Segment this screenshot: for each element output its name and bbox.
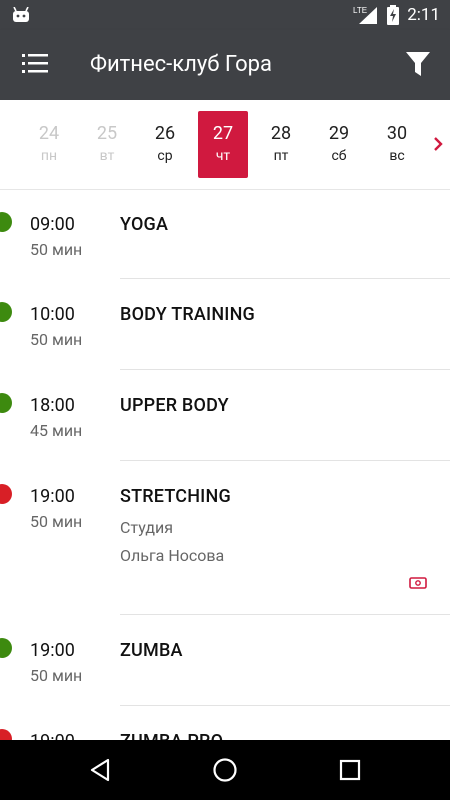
class-item-zumba[interactable]: 19:00 50 мин ZUMBA [0,616,450,707]
day-24[interactable]: 24 пн [24,111,74,178]
class-duration: 50 мин [30,666,83,685]
system-navigation-bar [0,740,450,800]
class-duration: 50 мин [30,240,83,259]
divider [120,278,450,279]
day-26[interactable]: 26 ср [140,111,190,178]
day-25[interactable]: 25 вт [82,111,132,178]
date-picker-strip: 24 пн 25 вт 26 ср 27 чт 28 пт 29 сб 30 в… [0,100,450,190]
battery-charging-icon [387,5,400,25]
class-item-yoga[interactable]: 09:00 50 мин YOGA [0,190,450,280]
divider [120,460,450,461]
class-name: UPPER BODY [120,395,229,416]
back-triangle-icon [90,758,110,782]
class-time: 10:00 [30,304,75,325]
lte-signal-icon: LTE [353,6,378,24]
recents-square-icon [339,759,361,781]
class-duration: 50 мин [30,512,83,531]
availability-dot [0,212,12,232]
home-circle-icon [213,758,237,782]
availability-dot [0,302,12,322]
status-bar: LTE 2:11 [0,0,450,30]
class-duration: 45 мин [30,421,83,440]
availability-dot [0,638,12,658]
class-location: Студия [120,518,173,537]
svg-text:LTE: LTE [353,6,367,15]
chevron-right-icon[interactable] [433,136,443,152]
class-time: 19:00 [30,640,75,661]
class-trainer: Ольга Носова [120,546,225,565]
availability-dot [0,393,12,413]
day-29[interactable]: 29 сб [314,111,364,178]
app-bar: Фитнес-клуб Гора [0,30,450,100]
class-name: YOGA [120,214,169,235]
money-icon [409,577,427,589]
android-notification-icon [13,7,29,22]
day-28[interactable]: 28 пт [256,111,306,178]
class-name: BODY TRAINING [120,304,256,325]
divider [120,614,450,615]
class-duration: 50 мин [30,330,83,349]
availability-dot [0,484,12,504]
clock: 2:11 [407,5,440,25]
class-time: 09:00 [30,214,75,235]
class-time: 18:00 [30,395,75,416]
class-schedule-list: 09:00 50 мин YOGA 10:00 50 мин BODY TRAI… [0,190,450,767]
recents-button[interactable] [320,740,380,800]
class-time: 19:00 [30,486,75,507]
class-name: STRETCHING [120,486,231,507]
app-title: Фитнес-клуб Гора [90,52,272,77]
class-item-stretching[interactable]: 19:00 50 мин STRETCHING Студия Ольга Нос… [0,462,450,616]
back-button[interactable] [70,740,130,800]
list-menu-icon[interactable] [22,53,48,75]
divider [120,369,450,370]
day-30[interactable]: 30 вс [372,111,422,178]
day-27-selected[interactable]: 27 чт [198,111,248,178]
class-item-upper-body[interactable]: 18:00 45 мин UPPER BODY [0,371,450,462]
class-item-body-training[interactable]: 10:00 50 мин BODY TRAINING [0,280,450,371]
home-button[interactable] [195,740,255,800]
divider [120,705,450,706]
class-name: ZUMBA [120,640,183,661]
filter-icon[interactable] [406,52,430,76]
